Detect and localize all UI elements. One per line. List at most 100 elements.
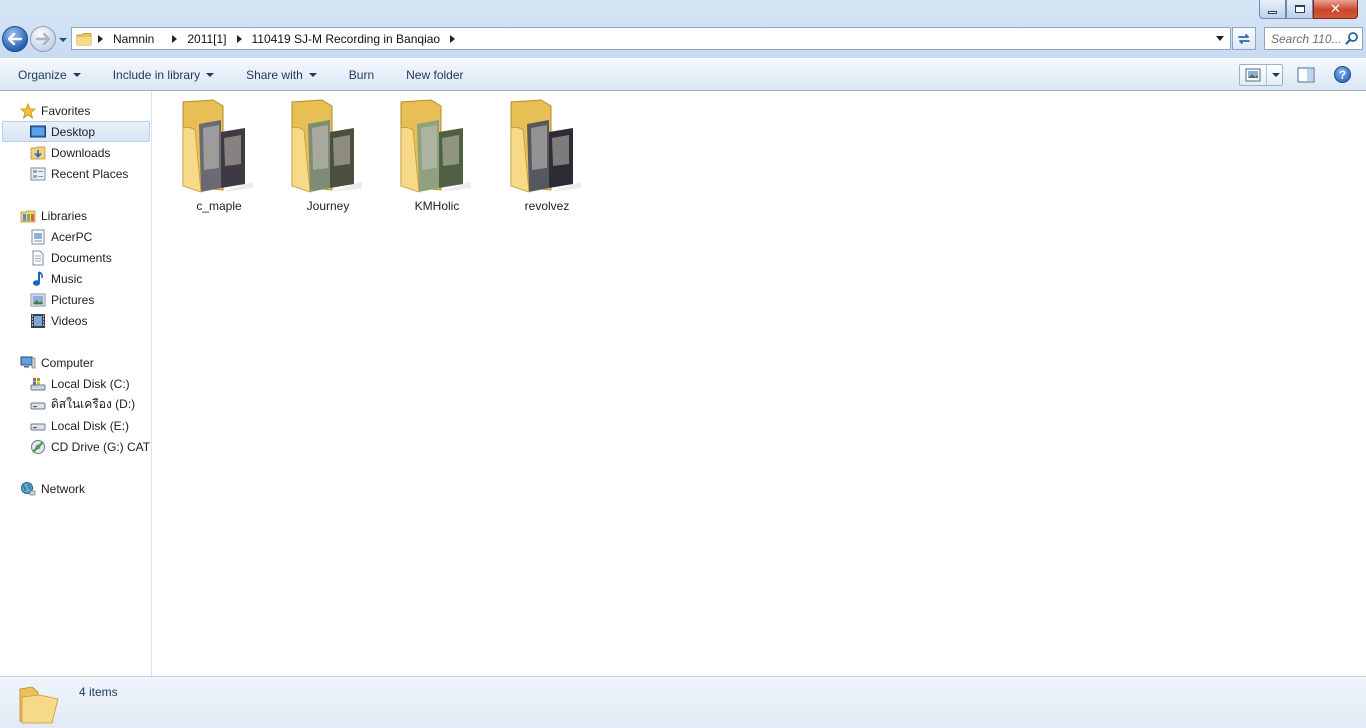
sidebar-group-label: Favorites xyxy=(41,103,91,118)
sidebar-group-network[interactable]: Network xyxy=(0,478,151,499)
folder-name: KMHolic xyxy=(414,199,460,213)
breadcrumb-item[interactable]: 110419 SJ-M Recording in Banqiao xyxy=(248,28,445,49)
sidebar-item-label: CD Drive (G:) CAT 6 xyxy=(51,439,151,454)
breadcrumb-separator-icon[interactable] xyxy=(172,34,178,43)
folder-item[interactable]: revolvez xyxy=(497,98,597,216)
search-icon[interactable] xyxy=(1345,31,1359,45)
sidebar-item-label: Videos xyxy=(51,313,88,328)
sidebar-item-desktop[interactable]: Desktop xyxy=(2,121,150,142)
close-icon: ✕ xyxy=(1330,1,1341,17)
sidebar-item-local-disk-c[interactable]: Local Disk (C:) xyxy=(0,373,151,394)
search-input[interactable] xyxy=(1271,31,1347,46)
organize-button[interactable]: Organize xyxy=(10,63,89,87)
organize-label: Organize xyxy=(18,67,67,82)
breadcrumb-separator-icon[interactable] xyxy=(236,34,242,43)
libraries-icon xyxy=(20,208,36,224)
maximize-button[interactable] xyxy=(1286,0,1313,19)
caption-buttons: ✕ xyxy=(1259,0,1358,19)
back-button[interactable] xyxy=(2,26,28,52)
navigation-pane: Favorites Desktop Downloads Recent Place… xyxy=(0,92,152,676)
sidebar-item-pictures[interactable]: Pictures xyxy=(0,289,151,310)
recent-places-icon xyxy=(30,166,46,182)
minimize-button[interactable] xyxy=(1259,0,1286,19)
breadcrumb-separator-icon[interactable] xyxy=(98,34,103,43)
film-icon xyxy=(30,313,46,329)
sidebar-item-label: AcerPC xyxy=(51,229,93,244)
new-folder-button[interactable]: New folder xyxy=(398,63,471,87)
sidebar-group-favorites[interactable]: Favorites xyxy=(0,100,151,121)
sidebar-item-label: Pictures xyxy=(51,292,95,307)
folder-icon xyxy=(19,686,59,724)
address-bar[interactable]: Namnin 2011[1] 110419 SJ-M Recording in … xyxy=(71,27,1231,50)
folder-item[interactable]: KMHolic xyxy=(387,98,487,216)
sidebar-item-label: ดิสในเครือง (D:) xyxy=(51,397,136,411)
hard-drive-icon xyxy=(30,418,46,434)
forward-button[interactable] xyxy=(30,26,56,52)
computer-icon xyxy=(20,355,36,371)
pictures-icon xyxy=(30,292,46,308)
refresh-button[interactable] xyxy=(1232,27,1256,50)
item-count: 4 items xyxy=(79,685,118,699)
sidebar-item-videos[interactable]: Videos xyxy=(0,310,151,331)
window-chrome: ✕ Namnin 2011[1] 110419 SJ-M Recording i… xyxy=(0,0,1366,58)
sidebar-group-label: Computer xyxy=(41,355,94,370)
sidebar-item-documents[interactable]: Documents xyxy=(0,247,151,268)
sidebar-item-recent-places[interactable]: Recent Places xyxy=(0,163,151,184)
folder-thumbnail-icon xyxy=(510,99,581,193)
sidebar-item-local-disk-e[interactable]: Local Disk (E:) xyxy=(0,415,151,436)
change-view-button[interactable] xyxy=(1239,64,1283,86)
folder-item[interactable]: Journey xyxy=(278,98,378,216)
sidebar-item-acerpc[interactable]: AcerPC xyxy=(0,226,151,247)
address-dropdown-icon[interactable] xyxy=(1216,36,1224,41)
sidebar-item-label: Music xyxy=(51,271,83,286)
include-in-library-label: Include in library xyxy=(112,67,201,82)
folder-thumbnail-icon xyxy=(291,99,362,193)
sidebar-item-downloads[interactable]: Downloads xyxy=(0,142,151,163)
help-icon[interactable]: ? xyxy=(1334,66,1351,83)
include-in-library-button[interactable]: Include in library xyxy=(105,63,222,87)
library-icon xyxy=(30,229,46,245)
sidebar-group-computer[interactable]: Computer xyxy=(0,352,151,373)
hard-drive-icon xyxy=(30,397,46,413)
chevron-down-icon[interactable] xyxy=(1272,73,1280,77)
share-with-button[interactable]: Share with xyxy=(238,63,325,87)
sidebar-item-label: Local Disk (E:) xyxy=(51,418,130,433)
folder-name: revolvez xyxy=(524,199,570,213)
sidebar-item-drive-d[interactable]: ดิสในเครือง (D:) xyxy=(0,394,151,415)
breadcrumb-separator-icon[interactable] xyxy=(450,34,456,43)
minimize-icon xyxy=(1268,10,1277,14)
sidebar-group-label: Network xyxy=(41,481,86,496)
chevron-down-icon xyxy=(72,72,81,77)
windows-drive-icon xyxy=(30,376,46,392)
maximize-icon xyxy=(1294,5,1305,13)
breadcrumb-item[interactable]: 2011[1] xyxy=(183,28,230,49)
folder-thumbnail-icon xyxy=(400,99,471,193)
search-box[interactable] xyxy=(1264,27,1363,50)
folder-name: c_maple xyxy=(196,199,242,213)
close-button[interactable]: ✕ xyxy=(1313,0,1358,19)
sidebar-item-music[interactable]: Music xyxy=(0,268,151,289)
burn-button[interactable]: Burn xyxy=(341,63,382,87)
share-with-label: Share with xyxy=(246,67,303,82)
preview-pane-icon[interactable] xyxy=(1297,67,1315,83)
arrow-right-icon xyxy=(36,33,50,45)
cd-drive-icon xyxy=(30,439,46,455)
folder-name: Journey xyxy=(306,199,350,213)
sidebar-item-label: Local Disk (C:) xyxy=(51,376,130,391)
navigation-row: Namnin 2011[1] 110419 SJ-M Recording in … xyxy=(0,23,1366,53)
chevron-down-icon xyxy=(206,72,215,77)
downloads-folder-icon xyxy=(30,145,46,161)
sidebar-item-label: Recent Places xyxy=(51,166,129,181)
breadcrumb-item[interactable]: Namnin xyxy=(109,28,158,49)
arrow-left-icon xyxy=(8,33,22,45)
recent-pages-dropdown-icon[interactable] xyxy=(58,36,68,44)
refresh-icon xyxy=(1238,33,1250,44)
command-bar: Organize Include in library Share with B… xyxy=(0,58,1366,91)
view-button-separator xyxy=(1266,65,1267,85)
status-bar: 4 items xyxy=(0,676,1366,728)
folder-item[interactable]: c_maple xyxy=(169,98,269,216)
sidebar-group-libraries[interactable]: Libraries xyxy=(0,205,151,226)
sidebar-item-cd-drive-g[interactable]: CD Drive (G:) CAT 6 xyxy=(0,436,151,457)
documents-icon xyxy=(30,250,46,266)
chevron-down-icon xyxy=(308,72,317,77)
